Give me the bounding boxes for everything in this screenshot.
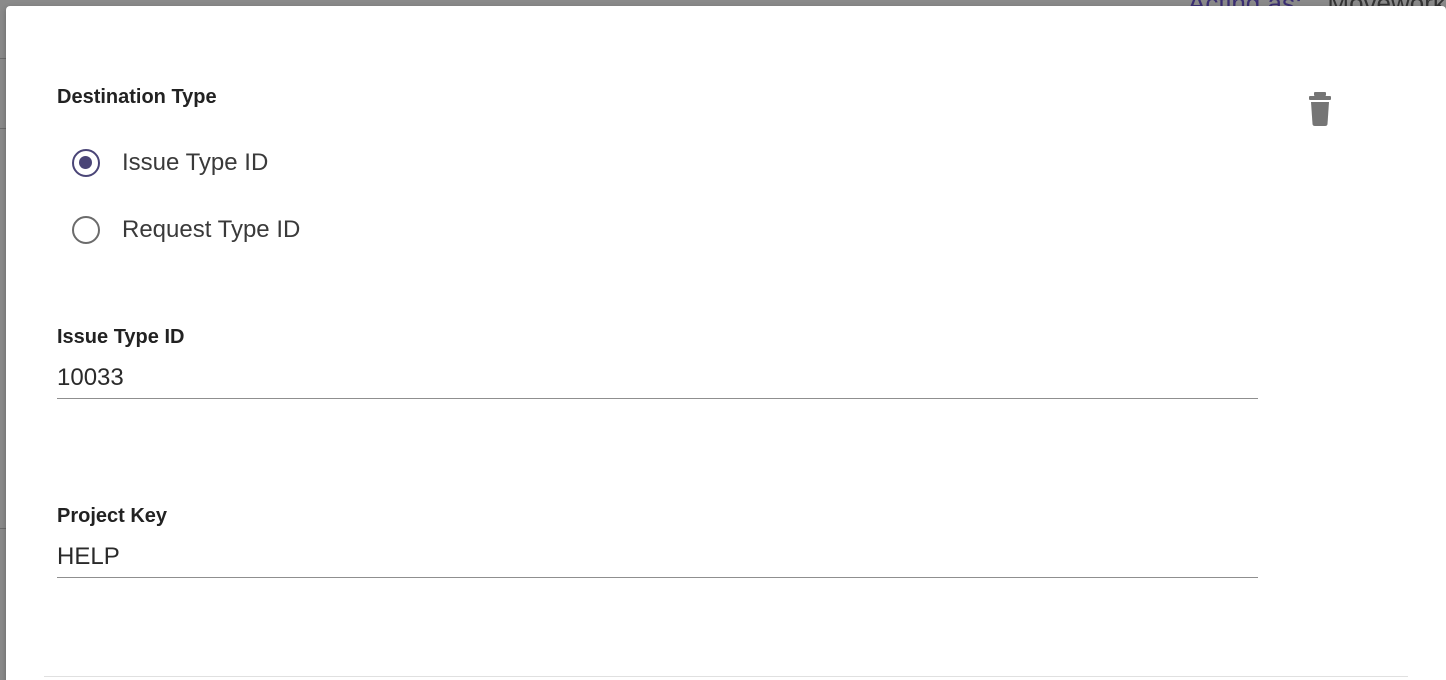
radio-label-issue-type-id: Issue Type ID <box>122 149 269 176</box>
issue-type-id-input[interactable] <box>57 358 1258 399</box>
destination-type-label: Destination Type <box>57 86 217 108</box>
project-key-label: Project Key <box>57 505 168 527</box>
project-key-input[interactable] <box>57 537 1258 578</box>
radio-button-unselected[interactable] <box>72 216 100 244</box>
issue-type-id-label: Issue Type ID <box>57 326 185 348</box>
delete-button[interactable] <box>1306 90 1338 130</box>
trash-icon <box>1309 92 1331 126</box>
destination-modal: Destination Type Issue Type ID Request T… <box>6 6 1446 680</box>
radio-issue-type-id[interactable]: Issue Type ID <box>72 146 268 180</box>
radio-button-selected[interactable] <box>72 149 100 177</box>
footer-divider <box>44 676 1408 677</box>
radio-request-type-id[interactable]: Request Type ID <box>72 213 300 247</box>
radio-label-request-type-id: Request Type ID <box>122 216 301 243</box>
